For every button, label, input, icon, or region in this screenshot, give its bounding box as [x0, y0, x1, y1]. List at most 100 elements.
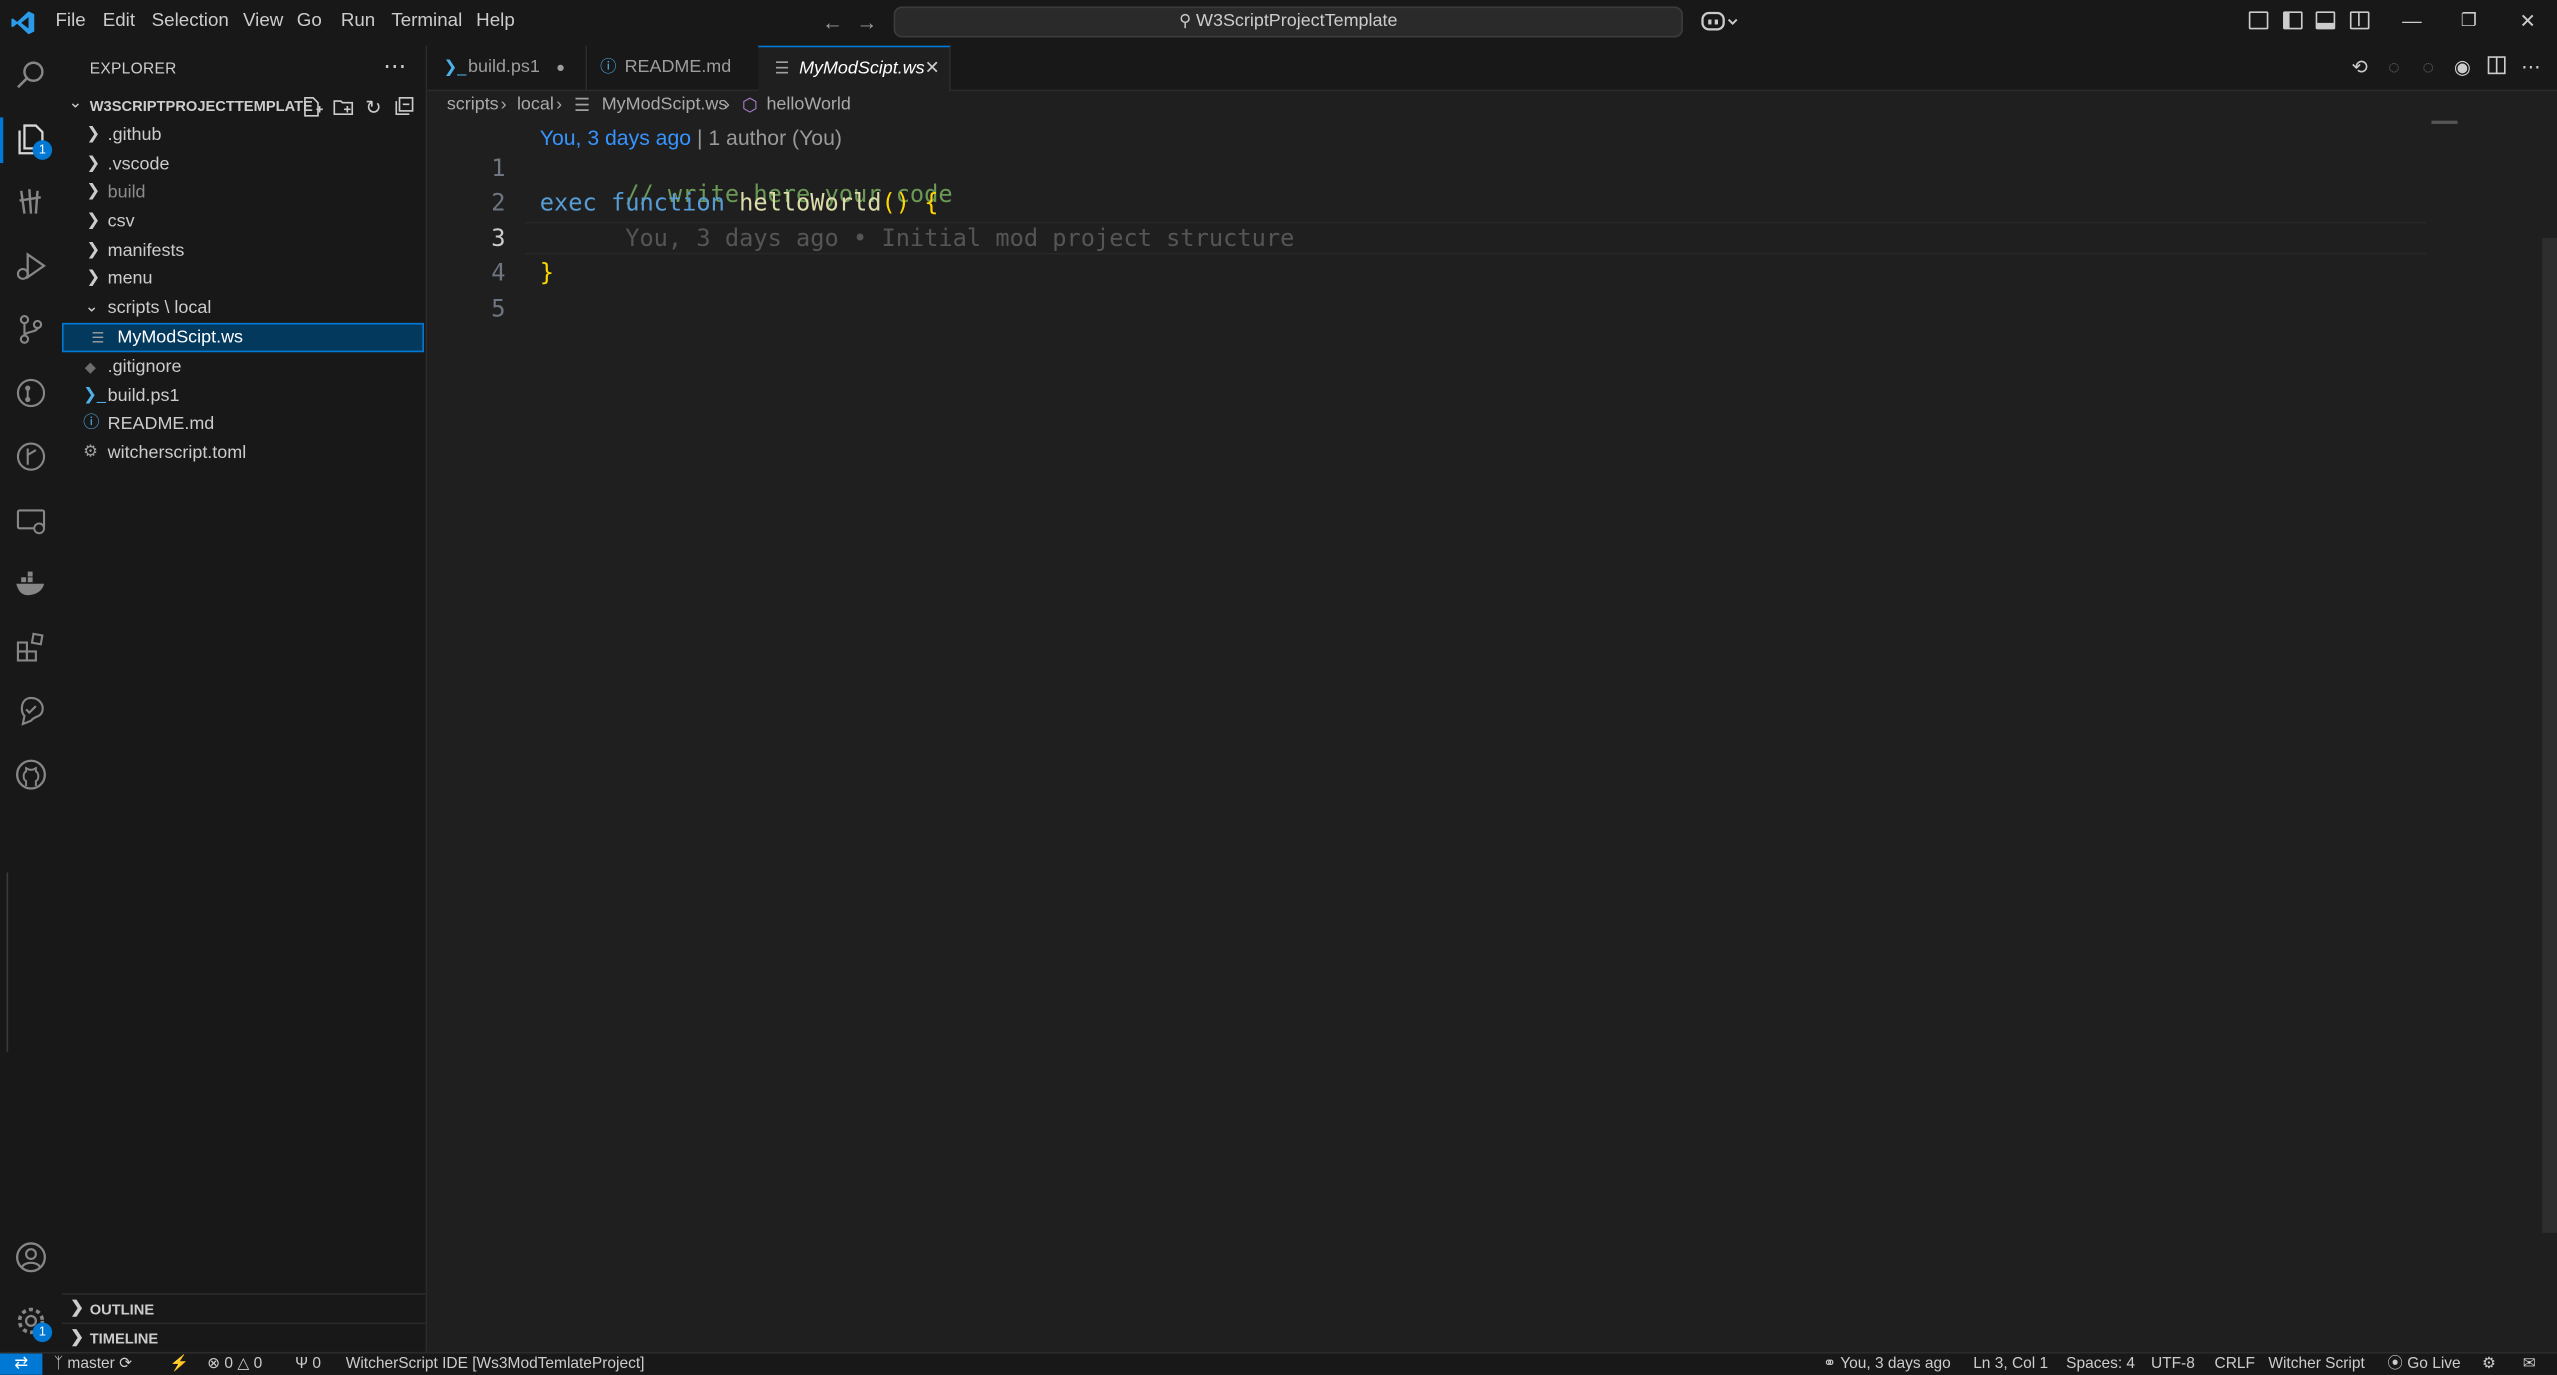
tree-folder-csv[interactable]: ❯ csv — [62, 207, 424, 236]
docker-icon[interactable] — [13, 566, 49, 602]
tree-folder-vscode[interactable]: ❯ .vscode — [62, 150, 424, 179]
ports-status[interactable]: Ψ 0 — [295, 1354, 321, 1375]
encoding-status[interactable]: UTF-8 — [2151, 1354, 2195, 1375]
remote-explorer-icon[interactable] — [13, 502, 49, 538]
github-icon[interactable] — [13, 757, 49, 793]
refresh-icon[interactable]: ↻ — [362, 96, 385, 119]
more-actions-icon[interactable]: ⋯ — [383, 52, 406, 80]
new-folder-icon[interactable] — [331, 96, 354, 119]
run-debug-icon[interactable] — [13, 248, 49, 284]
project-header[interactable]: ⌄ W3SCRIPTPROJECTTEMPLATE ↻ — [62, 95, 426, 121]
powershell-icon: ❯_ — [443, 58, 467, 77]
editor-more-icon[interactable]: ⋯ — [2519, 55, 2542, 78]
breadcrumb-file[interactable]: MyModScipt.ws — [602, 95, 728, 115]
indentation-status[interactable]: Spaces: 4 — [2066, 1354, 2135, 1375]
gitlens-compare-icon[interactable]: ◉ — [2451, 55, 2474, 78]
eol-status[interactable]: CRLF — [2215, 1354, 2255, 1375]
tree-file-build-ps1[interactable]: ❯_ build.ps1 — [62, 382, 424, 411]
remote-indicator-icon[interactable]: ⇄ — [0, 1353, 43, 1375]
menu-help[interactable]: Help — [476, 11, 515, 31]
menu-edit[interactable]: Edit — [103, 11, 135, 31]
menu-file[interactable]: File — [55, 11, 85, 31]
arrow-left-icon[interactable]: ← — [822, 10, 843, 34]
split-editor-icon[interactable] — [2485, 55, 2508, 78]
close-tab-icon[interactable]: ✕ — [925, 47, 940, 91]
tree-file-gitignore[interactable]: ◆ .gitignore — [62, 352, 424, 381]
status-bar: ⇄ ᛉ master ⟳ ⚡ ⊗ 0 △ 0 Ψ 0 WitcherScript… — [0, 1351, 2557, 1375]
accounts-icon[interactable] — [13, 1239, 49, 1275]
tree-file-witcherscript-toml[interactable]: ⚙ witcherscript.toml — [62, 439, 424, 468]
editor-tabs: ❯_ build.ps1 ● ⓘ README.md ☰ MyModScipt.… — [427, 45, 2557, 92]
restore-icon[interactable]: ❐ — [2461, 10, 2477, 31]
files-icon[interactable]: 1 — [13, 121, 53, 160]
minimize-icon[interactable]: — — [2402, 10, 2422, 33]
tree-folder-menu[interactable]: ❯ menu — [62, 264, 424, 293]
go-back-change-icon[interactable]: ⟲ — [2348, 55, 2371, 78]
menu-terminal[interactable]: Terminal — [391, 11, 462, 31]
git-commit-icon: ⚭ — [1823, 1355, 1837, 1374]
tree-folder-github[interactable]: ❯ .github — [62, 121, 424, 150]
tree-folder-scripts-local[interactable]: ⌄ scripts \ local — [62, 294, 424, 323]
witcher-claw-icon[interactable] — [13, 184, 49, 220]
problems-status[interactable]: ⊗ 0 △ 0 — [207, 1354, 262, 1375]
command-center[interactable]: ⚲ W3ScriptProjectTemplate — [893, 6, 1683, 38]
blame-status[interactable]: ⚭ You, 3 days ago — [1823, 1354, 1951, 1375]
collapse-all-icon[interactable] — [393, 96, 416, 119]
gitlens-icon[interactable] — [13, 375, 49, 411]
tree-file-readme[interactable]: ⓘ README.md — [62, 409, 424, 438]
toggle-secondary-sidebar-icon[interactable] — [2349, 11, 2370, 30]
code-line: exec function helloWorld() { — [539, 190, 939, 217]
extensions-icon[interactable] — [13, 629, 49, 665]
tree-folder-manifests[interactable]: ❯ manifests — [62, 236, 424, 265]
breadcrumb-local[interactable]: local — [517, 95, 554, 115]
line-number: 4 — [491, 260, 506, 288]
previous-change-icon[interactable]: ◌ — [2383, 55, 2406, 78]
copilot-status-icon[interactable]: ⚙ — [2482, 1354, 2496, 1375]
breadcrumb-scripts[interactable]: scripts — [447, 95, 499, 115]
new-file-icon[interactable] — [300, 96, 323, 119]
search-icon[interactable] — [13, 57, 49, 93]
go-live-status[interactable]: ⦿ Go Live — [2387, 1354, 2460, 1375]
testing-icon[interactable] — [13, 693, 49, 729]
menu-run[interactable]: Run — [341, 11, 375, 31]
arrow-right-icon[interactable]: → — [856, 10, 877, 34]
line-number: 1 — [491, 156, 506, 183]
close-window-icon[interactable]: ✕ — [2519, 10, 2535, 33]
timeline-section[interactable]: ❯ TIMELINE — [61, 1322, 426, 1354]
toggle-panel-icon[interactable] — [2315, 11, 2336, 30]
git-graph-icon[interactable] — [13, 439, 49, 475]
outline-section[interactable]: ❯ OUTLINE — [61, 1293, 426, 1324]
tree-folder-build[interactable]: ❯ build — [62, 178, 424, 207]
breadcrumb-symbol[interactable]: helloWorld — [766, 95, 850, 115]
chevron-right-icon: ❯ — [86, 125, 101, 144]
code-editor[interactable]: You, 3 days ago | 1 author (You) 1 2 3 4… — [427, 120, 2557, 1352]
next-change-icon[interactable]: ◌ — [2417, 55, 2440, 78]
modified-dot-icon[interactable]: ● — [556, 46, 565, 90]
customize-layout-icon[interactable] — [2248, 11, 2269, 30]
ide-status[interactable]: WitcherScript IDE [Ws3ModTemlateProject] — [346, 1354, 645, 1375]
toggle-primary-sidebar-icon[interactable] — [2283, 11, 2303, 30]
chevron-right-icon: ❯ — [86, 154, 101, 173]
tab-mymodscipt[interactable]: ☰ MyModScipt.ws ✕ — [758, 45, 951, 92]
tree-file-mymodscipt[interactable]: ☰ MyModScipt.ws — [61, 322, 424, 353]
vertical-scrollbar[interactable] — [2542, 238, 2557, 1233]
chevron-down-icon: ⌄ — [84, 298, 99, 317]
menu-selection[interactable]: Selection — [152, 11, 229, 31]
witcher-file-icon: ☰ — [91, 329, 105, 346]
window-edge — [0, 872, 9, 1052]
menu-view[interactable]: View — [243, 11, 283, 31]
notifications-bell-icon[interactable]: ✉ — [2523, 1354, 2536, 1375]
language-mode[interactable]: Witcher Script — [2268, 1354, 2364, 1375]
chevron-down-icon: ⌄ — [68, 94, 83, 113]
source-control-icon[interactable] — [13, 311, 49, 347]
gitlens-status-icon[interactable]: ⚡ — [170, 1354, 189, 1375]
tab-build-ps1[interactable]: ❯_ build.ps1 ● — [427, 45, 588, 90]
manage-gear-icon[interactable]: 1 — [13, 1303, 53, 1343]
codelens-authors[interactable]: 1 author (You) — [708, 126, 842, 150]
cursor-position[interactable]: Ln 3, Col 1 — [1973, 1354, 2048, 1375]
menu-go[interactable]: Go — [297, 11, 322, 31]
copilot-icon[interactable] — [1701, 10, 1740, 38]
codelens-recent-change[interactable]: You, 3 days ago — [540, 126, 691, 150]
tab-readme[interactable]: ⓘ README.md — [585, 45, 760, 90]
branch-status[interactable]: ᛉ master ⟳ — [54, 1354, 132, 1375]
